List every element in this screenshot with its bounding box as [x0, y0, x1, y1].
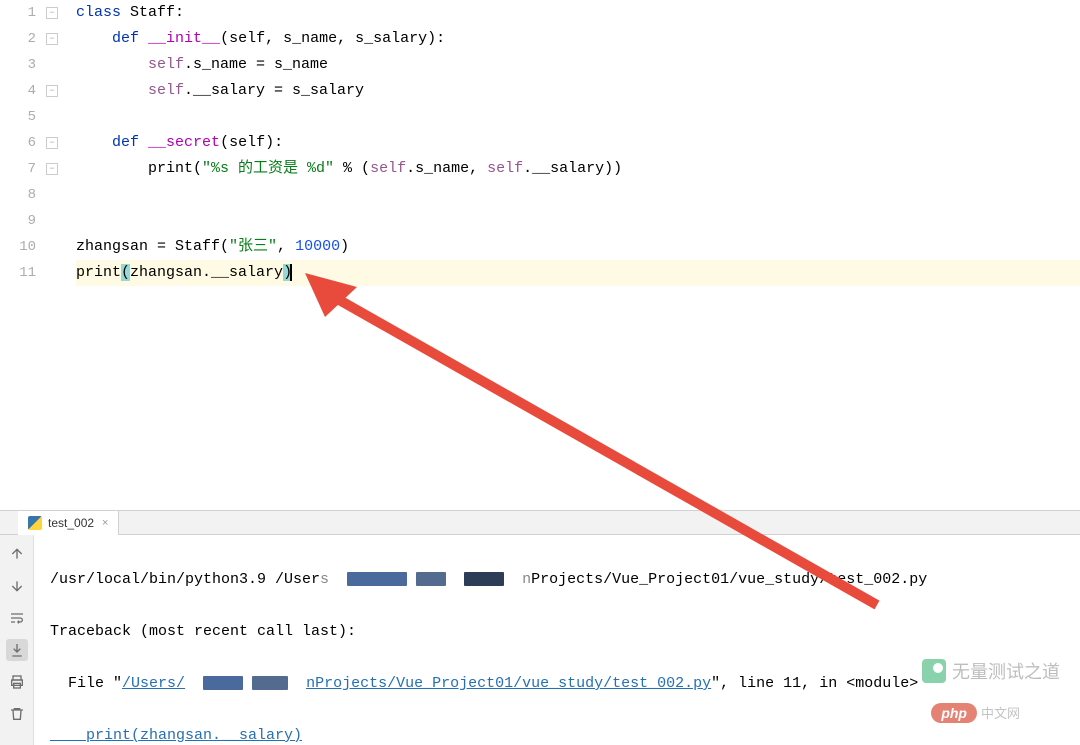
editor-area: 1 2 3 4 5 6 7 8 9 10 11 − − − − − class …	[0, 0, 1080, 510]
code-editor[interactable]: class Staff: def __init__(self, s_name, …	[62, 0, 1080, 510]
line-number: 4	[0, 78, 36, 104]
gutter: 1 2 3 4 5 6 7 8 9 10 11	[0, 0, 44, 510]
console-line: Traceback (most recent call last):	[50, 619, 1064, 645]
code-line: def __init__(self, s_name, s_salary):	[76, 26, 1080, 52]
soft-wrap-icon[interactable]	[6, 607, 28, 629]
code-line: self.__salary = s_salary	[76, 78, 1080, 104]
php-badge: php中文网	[931, 703, 1020, 722]
line-number: 11	[0, 260, 36, 286]
line-number: 8	[0, 182, 36, 208]
close-icon[interactable]: ×	[102, 517, 108, 529]
code-line	[76, 182, 1080, 208]
code-line: class Staff:	[76, 0, 1080, 26]
code-line: def __secret(self):	[76, 130, 1080, 156]
code-line-current: print(zhangsan.__salary)	[76, 260, 1080, 286]
print-icon[interactable]	[6, 671, 28, 693]
fold-icon[interactable]: −	[46, 7, 58, 19]
up-arrow-icon[interactable]	[6, 543, 28, 565]
watermark: 无量测试之道	[922, 658, 1060, 684]
console-line: print(zhangsan.__salary)	[50, 723, 1064, 745]
run-panel: test_002 × /usr/local/bin/python3.9 /Use…	[0, 510, 1080, 744]
run-tab-bar: test_002 ×	[0, 511, 1080, 535]
down-arrow-icon[interactable]	[6, 575, 28, 597]
run-tab[interactable]: test_002 ×	[18, 511, 119, 535]
line-number: 7	[0, 156, 36, 182]
line-number: 5	[0, 104, 36, 130]
run-sidebar	[0, 535, 34, 745]
watermark-text: 无量测试之道	[952, 658, 1060, 684]
code-line: print("%s 的工资是 %d" % (self.s_name, self.…	[76, 156, 1080, 182]
fold-icon[interactable]: −	[46, 33, 58, 45]
line-number: 3	[0, 52, 36, 78]
file-link[interactable]: nProjects/Vue_Project01/vue_study/test_0…	[306, 675, 711, 692]
line-number: 2	[0, 26, 36, 52]
code-line	[76, 208, 1080, 234]
fold-icon[interactable]: −	[46, 85, 58, 97]
code-line: zhangsan = Staff("张三", 10000)	[76, 234, 1080, 260]
trash-icon[interactable]	[6, 703, 28, 725]
console-output[interactable]: /usr/local/bin/python3.9 /Users nProject…	[34, 535, 1080, 745]
file-link[interactable]: /Users/	[122, 675, 185, 692]
console-line: File "/Users/ nProjects/Vue_Project01/vu…	[50, 671, 1064, 697]
code-line	[76, 104, 1080, 130]
fold-icon[interactable]: −	[46, 163, 58, 175]
code-line: self.s_name = s_name	[76, 52, 1080, 78]
python-icon	[28, 516, 42, 530]
console-line: /usr/local/bin/python3.9 /Users nProject…	[50, 567, 1064, 593]
fold-column: − − − − −	[44, 0, 62, 510]
scroll-to-end-icon[interactable]	[6, 639, 28, 661]
line-number: 1	[0, 0, 36, 26]
line-number: 10	[0, 234, 36, 260]
tab-label: test_002	[48, 516, 94, 530]
wechat-icon	[922, 659, 946, 683]
line-number: 9	[0, 208, 36, 234]
line-number: 6	[0, 130, 36, 156]
fold-icon[interactable]: −	[46, 137, 58, 149]
